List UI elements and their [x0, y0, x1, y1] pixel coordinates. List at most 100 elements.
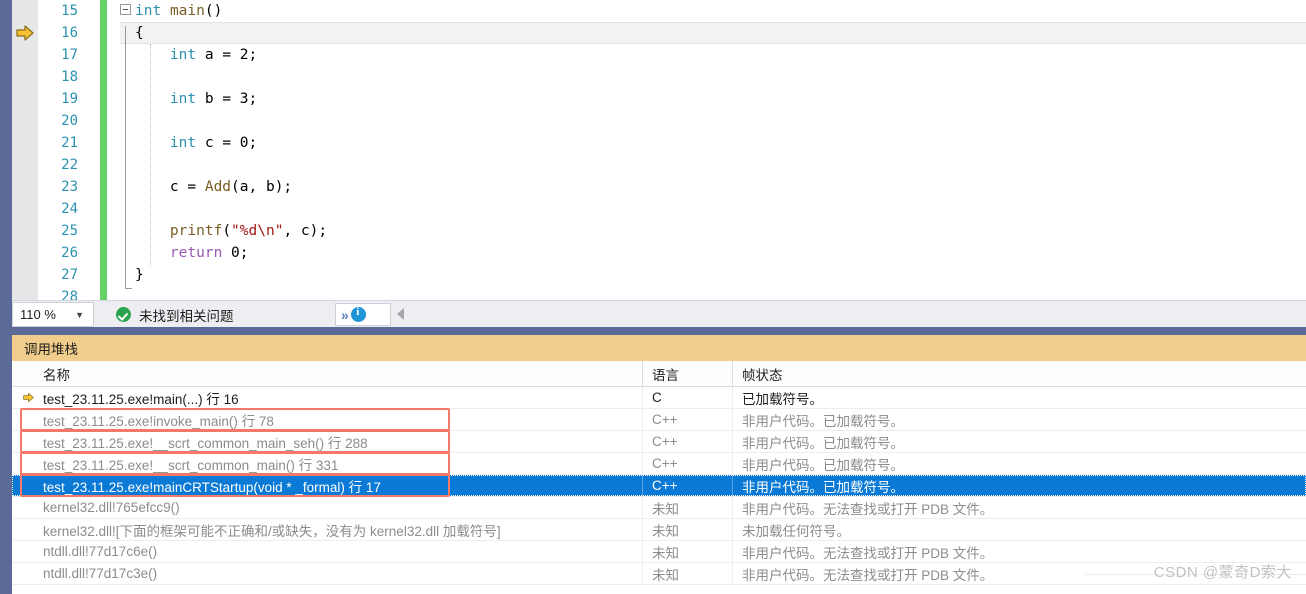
- code-line-15: int main(): [135, 3, 223, 19]
- row-icon-spacer: [12, 563, 34, 584]
- column-header-name[interactable]: 名称: [34, 361, 643, 386]
- line-number-16: 16: [61, 25, 78, 41]
- row-icon-spacer: [12, 453, 34, 474]
- code-line-16: {: [135, 25, 144, 41]
- status-message: 未找到相关问题: [139, 309, 234, 324]
- issue-navigation-group[interactable]: »: [335, 303, 391, 326]
- line-number-15: 15: [61, 3, 78, 19]
- callstack-table-header: 名称 语言 帧状态: [12, 361, 1306, 387]
- column-header-frame-state[interactable]: 帧状态: [733, 361, 1306, 386]
- frame-state: 非用户代码。已加载符号。: [742, 479, 904, 495]
- line-number-24: 24: [61, 201, 78, 217]
- row-icon-spacer: [12, 475, 34, 496]
- frame-language: C++: [643, 409, 733, 430]
- code-line-19: int b = 3;: [169, 91, 258, 107]
- frame-name: ntdll.dll!77d17c3e(): [34, 563, 643, 584]
- active-frame-arrow-icon: [12, 387, 34, 408]
- frame-language: C++: [643, 453, 733, 474]
- collapse-region-toggle-icon[interactable]: [120, 4, 131, 15]
- line-number-20: 20: [61, 113, 78, 129]
- header-icon-spacer: [12, 361, 34, 386]
- code-line-25: printf("%d\n", c);: [169, 223, 328, 239]
- visual-studio-debug-window: 15 16 17 18 19 20 21 22 23 24 25 26 27 28 int main() …: [0, 0, 1306, 594]
- frame-name: ntdll.dll!77d17c6e(): [34, 541, 643, 562]
- frame-name: kernel32.dll![下面的框架可能不正确和/或缺失，没有为 kernel…: [34, 519, 643, 540]
- callstack-panel-title-bar: 调用堆栈: [12, 335, 1306, 361]
- table-row[interactable]: ntdll.dll!77d17c6e() 未知 非用户代码。无法查找或打开 PDB …: [12, 541, 1306, 563]
- table-row[interactable]: test_23.11.25.exe!__scrt_common_main() 行…: [12, 453, 1306, 475]
- row-icon-spacer: [12, 431, 34, 452]
- row-icon-spacer: [12, 541, 34, 562]
- line-number-17: 17: [61, 47, 78, 63]
- line-number-column: 15 16 17 18 19 20 21 22 23 24 25 26 27 28: [38, 0, 86, 300]
- double-chevron-right-icon[interactable]: »: [341, 307, 349, 323]
- table-row[interactable]: test_23.11.25.exe!main(...) 行 16 C 已加载符号。: [12, 387, 1306, 409]
- editor-status-bar: 110 % ▼ 未找到相关问题 »: [12, 300, 1306, 327]
- frame-state: 非用户代码。无法查找或打开 PDB 文件。: [742, 545, 994, 561]
- zoom-level-selector[interactable]: 110 % ▼: [12, 302, 94, 327]
- info-circle-icon[interactable]: [350, 306, 366, 322]
- frame-name: test_23.11.25.exe!__scrt_common_main_seh…: [34, 431, 643, 452]
- line-number-19: 19: [61, 91, 78, 107]
- frame-state: 非用户代码。已加载符号。: [742, 457, 904, 473]
- code-line-26: return 0;: [169, 245, 249, 261]
- code-line-17: int a = 2;: [169, 47, 258, 63]
- line-number-22: 22: [61, 157, 78, 173]
- table-row[interactable]: kernel32.dll![下面的框架可能不正确和/或缺失，没有为 kernel…: [12, 519, 1306, 541]
- line-number-25: 25: [61, 223, 78, 239]
- line-number-28: 28: [61, 289, 78, 300]
- left-triangle-icon[interactable]: [397, 308, 404, 320]
- block-brace-guide: [125, 26, 132, 289]
- frame-name: test_23.11.25.exe!invoke_main() 行 78: [34, 409, 643, 430]
- window-left-accent-strip: [0, 0, 12, 594]
- frame-language: C++: [643, 431, 733, 452]
- table-row[interactable]: test_23.11.25.exe!mainCRTStartup(void * …: [12, 475, 1306, 497]
- frame-state: 非用户代码。已加载符号。: [742, 435, 904, 451]
- line-number-18: 18: [61, 69, 78, 85]
- frame-state: 非用户代码。无法查找或打开 PDB 文件。: [742, 501, 994, 517]
- line-number-23: 23: [61, 179, 78, 195]
- frame-language: 未知: [643, 497, 733, 518]
- line-number-26: 26: [61, 245, 78, 261]
- frame-language: C++: [643, 475, 733, 496]
- frame-name: test_23.11.25.exe!mainCRTStartup(void * …: [34, 475, 643, 496]
- zoom-level-value: 110 %: [20, 307, 56, 322]
- callstack-panel-title: 调用堆栈: [24, 342, 78, 357]
- table-row[interactable]: test_23.11.25.exe!__scrt_common_main_seh…: [12, 431, 1306, 453]
- frame-language: 未知: [643, 541, 733, 562]
- frame-language: 未知: [643, 519, 733, 540]
- frame-language: 未知: [643, 563, 733, 584]
- line-number-27: 27: [61, 267, 78, 283]
- chevron-down-icon[interactable]: ▼: [75, 310, 93, 320]
- callstack-rows-container: test_23.11.25.exe!main(...) 行 16 C 已加载符号。 t…: [12, 387, 1306, 585]
- row-icon-spacer: [12, 409, 34, 430]
- column-header-language[interactable]: 语言: [643, 361, 733, 386]
- frame-name: kernel32.dll!765efcc9(): [34, 497, 643, 518]
- change-indicator-bar: [100, 0, 107, 300]
- line-number-21: 21: [61, 135, 78, 151]
- frame-name: test_23.11.25.exe!main(...) 行 16: [34, 387, 643, 408]
- code-line-23: c = Add(a, b);: [135, 179, 293, 195]
- code-text-area[interactable]: int main() { int a = 2; int b = 3; int c…: [120, 0, 1306, 300]
- code-editor[interactable]: 15 16 17 18 19 20 21 22 23 24 25 26 27 28 int main() …: [12, 0, 1306, 300]
- code-line-27: }: [135, 267, 144, 283]
- frame-state: 已加载符号。: [742, 391, 823, 407]
- row-icon-spacer: [12, 519, 34, 540]
- row-icon-spacer: [12, 497, 34, 518]
- frame-state: 未加载任何符号。: [742, 523, 850, 539]
- editor-gutter[interactable]: [12, 0, 38, 300]
- table-row[interactable]: kernel32.dll!765efcc9() 未知 非用户代码。无法查找或打开 P…: [12, 497, 1306, 519]
- indent-guide: [150, 44, 151, 266]
- table-row[interactable]: test_23.11.25.exe!invoke_main() 行 78 C++ 非…: [12, 409, 1306, 431]
- watermark-text: CSDN @蒙奇D索大: [1153, 564, 1292, 581]
- callstack-table[interactable]: 名称 语言 帧状态 test_23.11.25.exe!main(...) 行 …: [12, 361, 1306, 586]
- green-check-icon: [116, 307, 131, 322]
- frame-language: C: [643, 387, 733, 408]
- frame-state: 非用户代码。已加载符号。: [742, 413, 904, 429]
- callstack-panel-accent: [0, 327, 1306, 335]
